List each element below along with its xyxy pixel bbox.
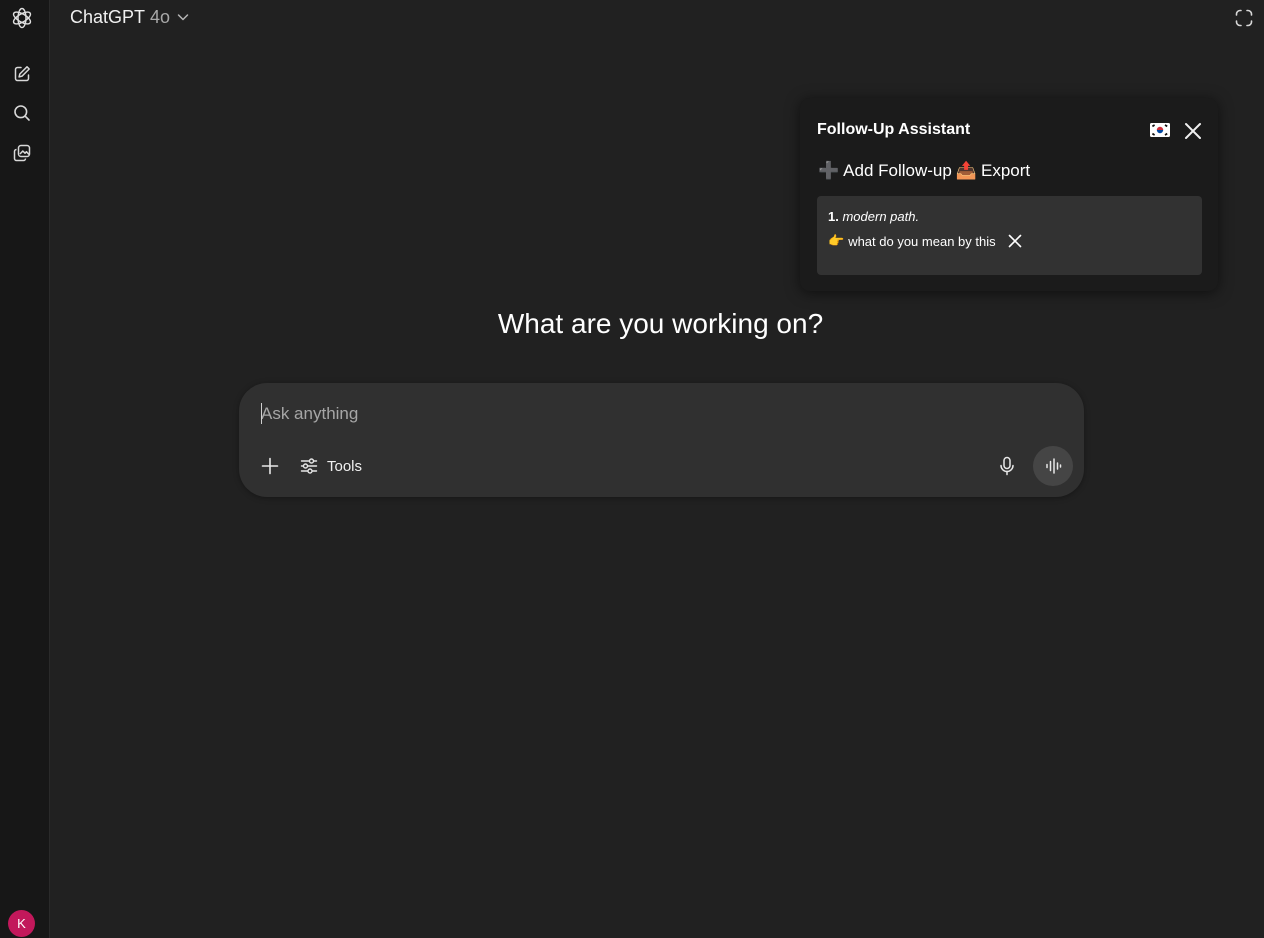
add-followup-button[interactable]: ➕ Add Follow-up xyxy=(818,161,952,181)
model-selector[interactable]: ChatGPT 4o xyxy=(70,6,190,28)
followup-question-text: what do you mean by this xyxy=(848,233,996,249)
followup-assistant-panel: Follow-Up Assistant ➕ Add Follow-up 📤 Ex… xyxy=(800,98,1218,291)
search-icon[interactable] xyxy=(10,101,34,125)
plus-emoji-icon: ➕ xyxy=(818,161,840,180)
text-caret xyxy=(261,403,262,424)
voice-mode-button[interactable] xyxy=(1033,446,1073,486)
model-version: 4o xyxy=(150,6,171,27)
followup-item-source: 1. modern path. xyxy=(828,209,919,224)
prompt-input[interactable] xyxy=(261,402,1021,426)
dictate-button[interactable] xyxy=(999,456,1015,476)
followup-item-number: 1. xyxy=(828,209,839,224)
sidebar: K xyxy=(0,0,50,938)
composer: Tools xyxy=(239,383,1084,497)
openai-logo-icon[interactable] xyxy=(9,5,34,30)
page-title: What are you working on? xyxy=(497,308,824,339)
chevron-down-icon xyxy=(177,14,189,21)
plus-icon xyxy=(261,457,279,475)
panel-title: Follow-Up Assistant xyxy=(817,121,971,138)
voice-waveform-icon xyxy=(1046,458,1062,474)
add-followup-label: Add Follow-up xyxy=(843,161,952,180)
sliders-icon xyxy=(300,458,318,474)
add-attachment-button[interactable] xyxy=(261,457,279,475)
korea-flag-icon[interactable] xyxy=(1150,123,1170,137)
tools-label: Tools xyxy=(327,457,363,475)
tools-button[interactable]: Tools xyxy=(300,456,362,476)
panel-actions: ➕ Add Follow-up 📤 Export xyxy=(818,161,1030,181)
followup-item: 1. modern path. 👉 what do you mean by th… xyxy=(817,196,1202,275)
library-icon[interactable] xyxy=(10,141,34,165)
pointing-hand-icon: 👉 xyxy=(828,233,845,248)
avatar[interactable]: K xyxy=(8,910,35,937)
close-icon[interactable] xyxy=(1184,122,1202,140)
microphone-icon xyxy=(1000,456,1014,476)
followup-item-source-text: modern path. xyxy=(842,209,920,224)
delete-followup-icon[interactable] xyxy=(1008,234,1022,248)
export-button[interactable]: 📤 Export xyxy=(956,161,1030,181)
outbox-tray-icon: 📤 xyxy=(955,161,978,180)
export-label: Export xyxy=(981,161,1031,180)
model-name: ChatGPT xyxy=(70,6,146,27)
temporary-chat-icon[interactable] xyxy=(1234,8,1254,28)
new-chat-icon[interactable] xyxy=(10,62,34,86)
followup-item-question: 👉 what do you mean by this xyxy=(828,233,1022,249)
